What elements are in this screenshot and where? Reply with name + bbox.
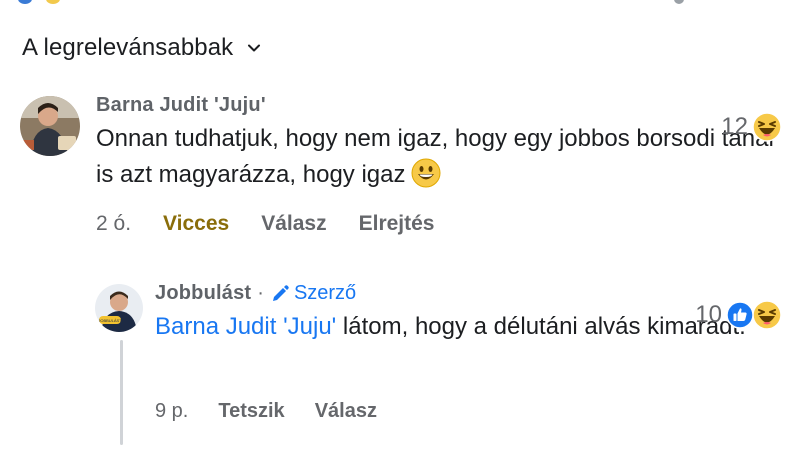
thread-connector-line bbox=[120, 340, 123, 445]
author-badge: Szerző bbox=[270, 282, 356, 305]
pencil-icon bbox=[272, 284, 289, 301]
comment-sort-selector[interactable]: A legrelevánsabbak bbox=[22, 34, 261, 62]
reply-button[interactable]: Válasz bbox=[261, 212, 326, 236]
reaction-vicces-button[interactable]: Vicces bbox=[163, 212, 229, 236]
reaction-count: 10 bbox=[695, 301, 722, 328]
reaction-summary[interactable]: 10 bbox=[695, 300, 782, 330]
haha-reaction-icon bbox=[752, 300, 782, 330]
separator-dot: · bbox=[257, 282, 264, 304]
hide-button[interactable]: Elrejtés bbox=[359, 212, 435, 236]
cropped-reaction-icon bbox=[18, 0, 32, 4]
avatar[interactable] bbox=[20, 96, 80, 156]
like-button[interactable]: Tetszik bbox=[218, 400, 284, 423]
sort-label[interactable]: A legrelevánsabbak bbox=[22, 34, 233, 62]
reaction-count: 12 bbox=[721, 113, 748, 140]
comment-author[interactable]: Barna Judit 'Juju' bbox=[96, 94, 786, 117]
haha-reaction-icon bbox=[752, 112, 782, 142]
reaction-summary[interactable]: 12 bbox=[721, 112, 782, 142]
chevron-down-icon[interactable] bbox=[247, 41, 261, 55]
cropped-reaction-icon bbox=[46, 0, 60, 4]
reply-button[interactable]: Válasz bbox=[315, 400, 377, 423]
mention-link[interactable]: Barna Judit 'Juju' bbox=[155, 313, 336, 340]
like-reaction-icon bbox=[726, 301, 754, 329]
comment-actions: 2 ó. Vicces Válasz Elrejtés bbox=[96, 212, 467, 236]
svg-text:JOBBULÁST: JOBBULÁST bbox=[98, 318, 122, 323]
reply-author[interactable]: Jobbulást bbox=[155, 282, 251, 305]
comment-timestamp[interactable]: 2 ó. bbox=[96, 212, 131, 236]
avatar[interactable]: JOBBULÁST bbox=[95, 284, 143, 332]
reply-timestamp[interactable]: 9 p. bbox=[155, 400, 188, 423]
reply-actions: 9 p. Tetszik Válasz bbox=[155, 400, 407, 423]
cropped-icon bbox=[674, 0, 684, 4]
author-badge-label: Szerző bbox=[293, 282, 357, 304]
reply-text-content: látom, hogy a délutáni alvás kimaradt. bbox=[336, 313, 746, 340]
grinning-face-icon bbox=[411, 158, 441, 188]
comment-text: Onnan tudhatjuk, hogy nem igaz, hogy egy… bbox=[96, 121, 786, 193]
